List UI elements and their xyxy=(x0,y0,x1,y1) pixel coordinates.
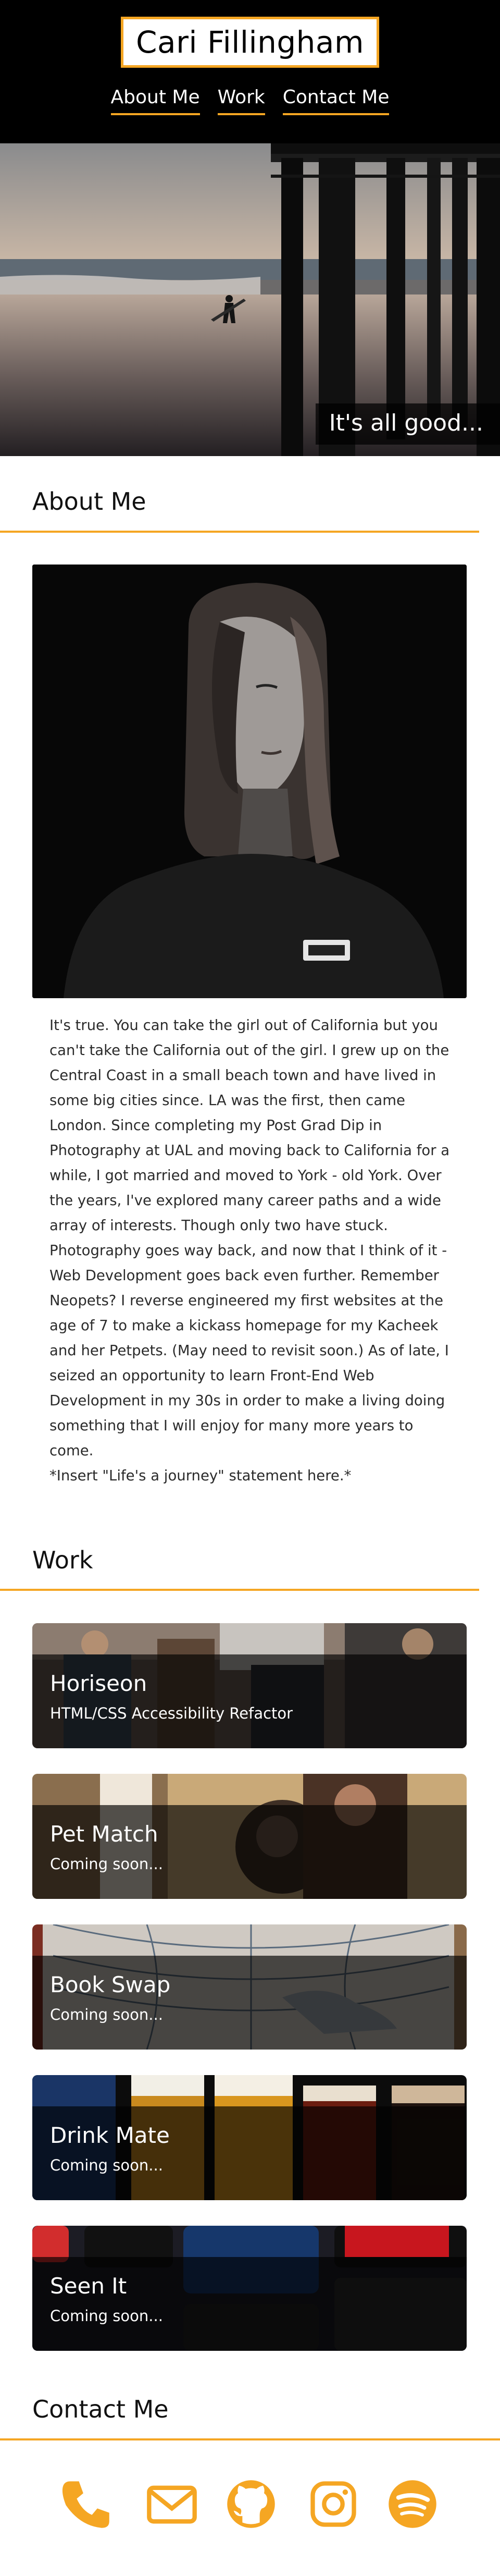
github-icon[interactable] xyxy=(224,2477,278,2531)
project-caption: Book Swap Coming soon... xyxy=(32,1956,467,2050)
project-card-drink-mate[interactable]: Drink Mate Coming soon... xyxy=(32,2075,467,2200)
hero-banner: It's all good... xyxy=(0,143,500,456)
project-subtitle: Coming soon... xyxy=(50,2006,163,2023)
project-subtitle: Coming soon... xyxy=(50,2307,163,2325)
project-caption: Seen It Coming soon... xyxy=(32,2257,467,2351)
about-heading: About Me xyxy=(32,487,146,516)
contact-divider xyxy=(0,2438,500,2440)
work-divider xyxy=(0,1589,479,1591)
project-title: Seen It xyxy=(50,2273,127,2299)
project-title: Book Swap xyxy=(50,1972,171,1997)
project-caption: Drink Mate Coming soon... xyxy=(32,2106,467,2200)
phone-icon[interactable] xyxy=(58,2477,113,2531)
site-title-box: Cari Fillingham xyxy=(121,17,379,68)
project-card-book-swap[interactable]: Book Swap Coming soon... xyxy=(32,1924,467,2050)
about-divider xyxy=(0,531,479,533)
hero-caption: It's all good... xyxy=(315,403,500,445)
about-paragraph: *Insert "Life's a journey" statement her… xyxy=(49,1467,352,1484)
contact-icons xyxy=(0,2477,500,2534)
project-caption: Pet Match Coming soon... xyxy=(32,1805,467,1899)
contact-heading: Contact Me xyxy=(32,2395,169,2423)
about-text: It's true. You can take the girl out of … xyxy=(49,1013,461,1488)
project-subtitle: Coming soon... xyxy=(50,2156,163,2174)
nav-link-about-me[interactable]: About Me xyxy=(110,87,200,115)
site-header: Cari Fillingham About Me Work Contact Me xyxy=(0,0,500,143)
email-icon[interactable] xyxy=(145,2477,199,2531)
nav-link-contact-me[interactable]: Contact Me xyxy=(282,87,390,115)
portrait-photo xyxy=(32,565,467,998)
project-card-seen-it[interactable]: Seen It Coming soon... xyxy=(32,2226,467,2351)
project-card-horiseon[interactable]: Horiseon HTML/CSS Accessibility Refactor xyxy=(32,1623,467,1748)
instagram-icon[interactable] xyxy=(306,2477,360,2531)
project-card-pet-match[interactable]: Pet Match Coming soon... xyxy=(32,1774,467,1899)
about-paragraph: It's true. You can take the girl out of … xyxy=(49,1017,450,1459)
project-subtitle: HTML/CSS Accessibility Refactor xyxy=(50,1704,293,1722)
project-title: Pet Match xyxy=(50,1821,158,1847)
project-title: Horiseon xyxy=(50,1671,147,1696)
project-subtitle: Coming soon... xyxy=(50,1855,163,1873)
project-caption: Horiseon HTML/CSS Accessibility Refactor xyxy=(32,1654,467,1748)
project-title: Drink Mate xyxy=(50,2123,170,2148)
work-heading: Work xyxy=(32,1546,93,1574)
spotify-icon[interactable] xyxy=(385,2477,440,2531)
nav-link-work[interactable]: Work xyxy=(217,87,265,115)
site-title: Cari Fillingham xyxy=(136,24,364,60)
main-nav: About Me Work Contact Me xyxy=(0,87,500,115)
